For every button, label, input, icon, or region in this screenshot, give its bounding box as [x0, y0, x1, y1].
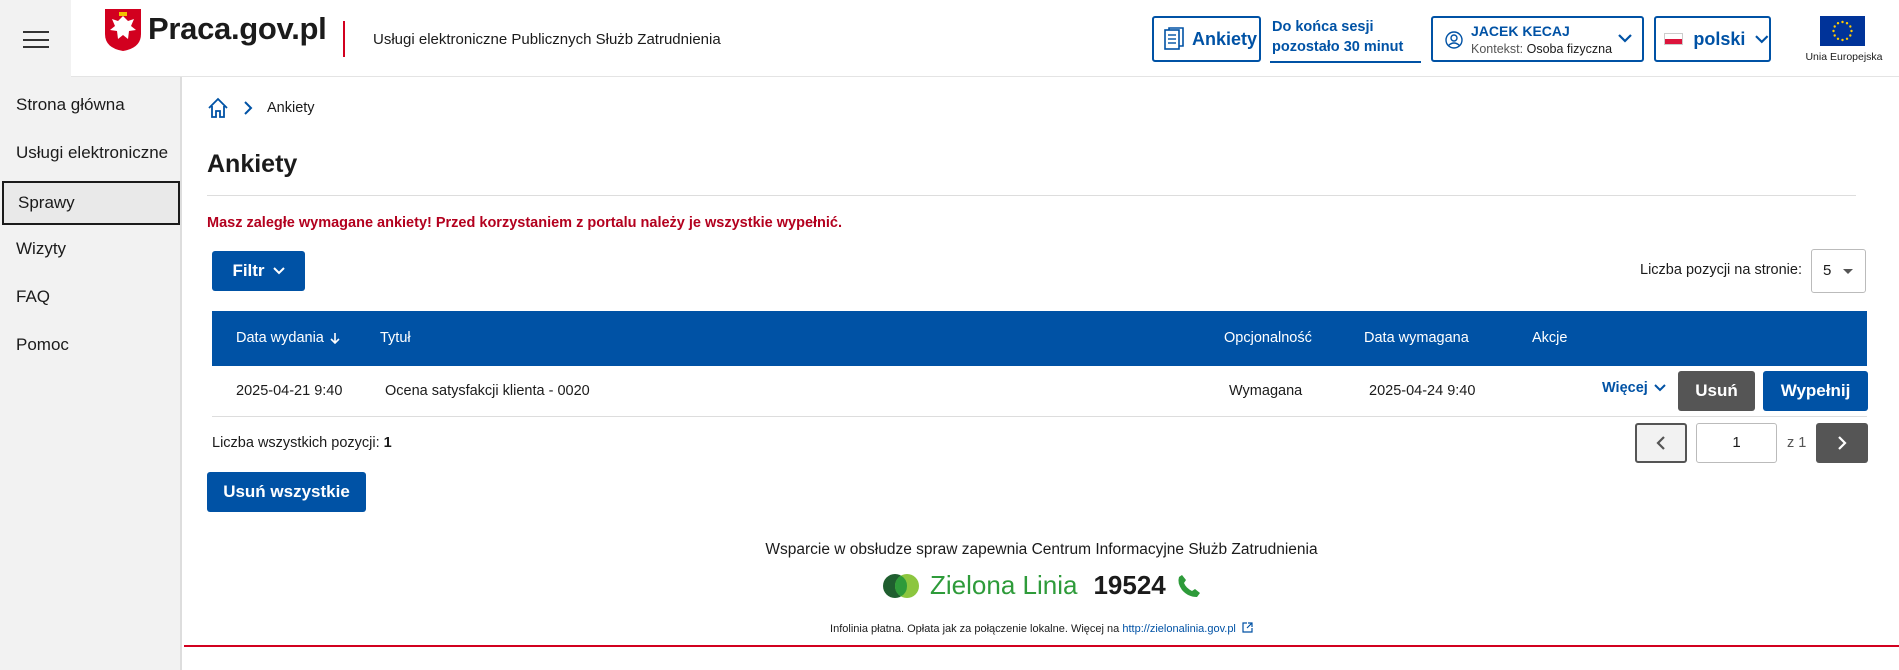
session-timer[interactable]: Do końca sesji pozostało 30 minut	[1270, 17, 1421, 63]
previous-page-button[interactable]	[1635, 423, 1687, 463]
fill-survey-button[interactable]: Wypełnij	[1763, 371, 1868, 411]
surveys-button-label: Ankiety	[1192, 28, 1258, 49]
filter-button-label: Filtr	[232, 261, 265, 280]
sidebar-item-home[interactable]: Strona główna	[0, 83, 182, 127]
delete-button[interactable]: Usuń	[1678, 371, 1755, 411]
column-header-actions: Akcje	[1532, 330, 1568, 346]
total-count-value: 1	[383, 435, 392, 451]
user-icon	[1445, 31, 1463, 49]
external-link-icon[interactable]	[1242, 622, 1253, 633]
page-number-input[interactable]: 1	[1696, 423, 1777, 463]
eu-label: Unia Europejska	[1805, 51, 1883, 63]
per-page-value: 5	[1823, 262, 1832, 279]
menu-area	[0, 0, 71, 77]
breadcrumb: Ankiety	[207, 97, 315, 119]
session-line-2: pozostało 30 minut	[1272, 39, 1404, 55]
user-context: Kontekst: Osoba fizyczna	[1471, 42, 1612, 56]
cell-required-date: 2025-04-24 9:40	[1369, 383, 1476, 399]
table-header: Data wydania Tytuł Opcjonalność Data wym…	[212, 311, 1867, 366]
green-line-name: Zielona Linia	[930, 570, 1078, 600]
column-header-title: Tytuł	[380, 330, 411, 346]
sidebar-item-visits[interactable]: Wizyty	[0, 227, 182, 271]
total-count: Liczba wszystkich pozycji: 1	[212, 435, 392, 451]
hamburger-menu-icon[interactable]	[23, 31, 49, 48]
sort-arrow-down-icon	[330, 332, 340, 344]
context-value: Osoba fizyczna	[1526, 42, 1613, 56]
user-name: JACEK KECAJ	[1471, 23, 1570, 39]
breadcrumb-current: Ankiety	[267, 100, 315, 116]
page-count: z 1	[1787, 435, 1807, 451]
eu-flag-icon	[1820, 16, 1865, 46]
delete-all-button[interactable]: Usuń wszystkie	[207, 472, 366, 512]
more-button-label: Więcej	[1602, 380, 1648, 396]
document-icon	[1164, 27, 1184, 50]
cell-optional: Wymagana	[1229, 383, 1303, 399]
filter-button[interactable]: Filtr	[212, 251, 305, 291]
site-logo[interactable]: Praca.gov.pl	[148, 11, 327, 47]
per-page-select[interactable]: 5	[1811, 249, 1866, 293]
cell-title: Ocena satysfakcji klienta - 0020	[385, 383, 590, 399]
column-header-optional: Opcjonalność	[1224, 330, 1312, 346]
language-label: polski	[1693, 28, 1746, 49]
main-content: Ankiety Ankiety Masz zaległe wymagane an…	[184, 77, 1899, 670]
logo-divider	[343, 21, 345, 57]
total-count-label: Liczba wszystkich pozycji:	[212, 435, 380, 451]
phone-icon	[1178, 574, 1200, 597]
alert-message: Masz zaległe wymagane ankiety! Przed kor…	[207, 215, 843, 231]
table-row: 2025-04-21 9:40 Ocena satysfakcji klient…	[212, 366, 1868, 417]
more-button[interactable]: Więcej	[1602, 380, 1666, 396]
service-name: Usługi elektroniczne Publicznych Służb Z…	[373, 31, 721, 48]
info-text: Infolinia płatna. Opłata jak za połączen…	[184, 622, 1899, 635]
chevron-down-icon	[1755, 35, 1769, 44]
chevron-down-icon	[1654, 384, 1666, 392]
chevron-down-icon	[1618, 34, 1632, 43]
surveys-button[interactable]: Ankiety	[1152, 16, 1261, 62]
sidebar: Strona główna Usługi elektroniczne Spraw…	[0, 77, 182, 670]
column-header-issued[interactable]: Data wydania	[236, 330, 340, 346]
chevron-down-icon	[272, 267, 285, 275]
user-menu-button[interactable]: JACEK KECAJ Kontekst: Osoba fizyczna	[1431, 16, 1644, 62]
green-line-link[interactable]: http://zielonalinia.gov.pl	[1122, 623, 1236, 635]
session-line-1: Do końca sesji	[1272, 19, 1374, 35]
sidebar-item-cases[interactable]: Sprawy	[2, 181, 180, 225]
polish-emblem-icon	[105, 9, 141, 51]
top-header: Praca.gov.pl Usługi elektroniczne Public…	[0, 0, 1899, 77]
column-header-required-date: Data wymagana	[1364, 330, 1469, 346]
caret-down-icon	[1843, 269, 1853, 274]
sidebar-item-faq[interactable]: FAQ	[0, 275, 182, 319]
page-title: Ankiety	[207, 150, 298, 178]
title-divider	[207, 195, 1856, 196]
sidebar-item-help[interactable]: Pomoc	[0, 323, 182, 367]
home-icon[interactable]	[207, 97, 229, 119]
sidebar-item-e-services[interactable]: Usługi elektroniczne	[0, 131, 182, 175]
chevron-left-icon	[1656, 436, 1665, 450]
column-header-issued-label: Data wydania	[236, 330, 324, 346]
cell-issued: 2025-04-21 9:40	[236, 383, 343, 399]
green-line-logo-icon	[883, 573, 919, 598]
info-label: Infolinia płatna. Opłata jak za połączen…	[830, 623, 1120, 635]
next-page-button[interactable]	[1816, 423, 1868, 463]
language-selector[interactable]: polski	[1654, 16, 1771, 62]
chevron-right-icon	[244, 101, 253, 115]
footer-divider	[184, 645, 1899, 647]
context-label: Kontekst:	[1471, 42, 1524, 56]
per-page-label: Liczba pozycji na stronie:	[1640, 262, 1802, 278]
green-line-number: 19524	[1093, 570, 1166, 600]
polish-flag-icon	[1664, 33, 1684, 45]
green-line: Zielona Linia 19524	[882, 570, 1202, 601]
chevron-right-icon	[1838, 436, 1847, 450]
support-text: Wsparcie w obsłudze spraw zapewnia Centr…	[765, 541, 1318, 558]
